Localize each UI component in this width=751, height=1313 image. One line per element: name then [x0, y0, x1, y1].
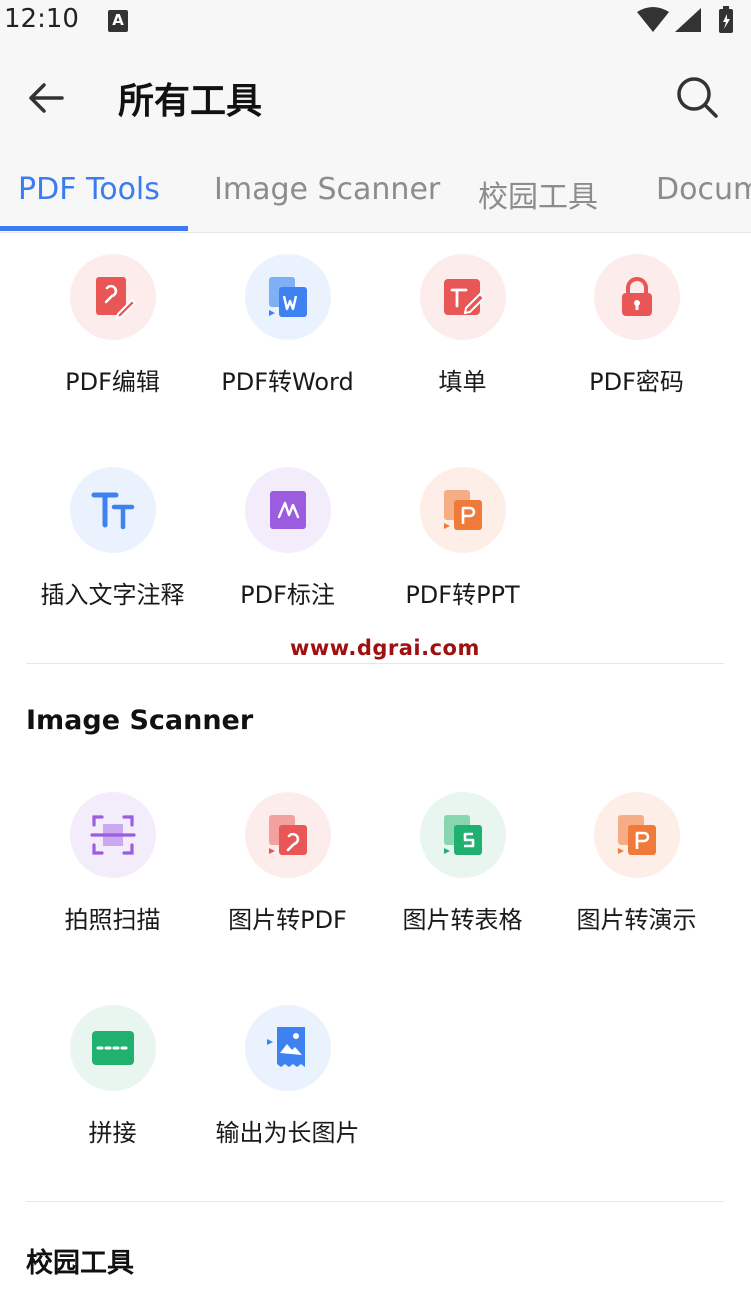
tool-label: 图片转PDF — [228, 906, 347, 934]
tool-label: PDF编辑 — [65, 368, 160, 396]
image-to-pdf-icon — [268, 815, 307, 855]
tab-campus-tools[interactable]: 校园工具 — [478, 172, 598, 216]
section-divider — [26, 663, 724, 664]
pdf-annotate-icon — [269, 491, 306, 529]
tool-pdf-password[interactable]: PDF密码 — [549, 254, 724, 397]
section-divider — [26, 1201, 724, 1202]
page-title: 所有工具 — [118, 81, 263, 122]
tool-image-to-pdf[interactable]: 图片转PDF — [200, 792, 375, 935]
long-image-icon — [266, 1027, 305, 1067]
status-icons — [637, 6, 733, 33]
image-to-ppt-icon — [617, 815, 656, 855]
tool-image-to-sheet[interactable]: 图片转表格 — [375, 792, 550, 935]
tool-label: 图片转演示 — [576, 906, 697, 934]
text-comment-icon — [91, 492, 134, 530]
battery-icon — [719, 6, 733, 33]
status-time: 12:10 — [4, 4, 79, 34]
tool-label: 拍照扫描 — [64, 906, 161, 934]
status-bar: 12:10 A — [0, 0, 751, 42]
tool-label: 拼接 — [88, 1119, 137, 1147]
tab-pdf-tools[interactable]: PDF Tools — [18, 172, 160, 207]
tool-label: PDF密码 — [589, 368, 684, 396]
tool-pdf-annotate[interactable]: PDF标注 — [200, 467, 375, 610]
fill-form-icon — [443, 279, 485, 315]
active-tab-indicator — [0, 226, 188, 231]
tool-stitch[interactable]: 拼接 — [25, 1005, 200, 1148]
watermark-text: www.dgrai.com — [290, 636, 480, 660]
pdf-to-ppt-icon — [443, 490, 482, 530]
pdf-to-word-icon — [268, 277, 307, 317]
image-to-sheet-icon — [443, 815, 482, 855]
section-title-campus-tools: 校园工具 — [26, 1248, 134, 1279]
tool-insert-text-comment[interactable]: 插入文字注释 — [25, 467, 200, 610]
tab-image-scanner[interactable]: Image Scanner — [214, 172, 440, 207]
search-icon[interactable] — [672, 72, 722, 122]
tool-pdf-to-ppt[interactable]: PDF转PPT — [375, 467, 550, 610]
tool-pdf-edit[interactable]: PDF编辑 — [25, 254, 200, 397]
notification-icon: A — [108, 10, 128, 32]
tool-label: PDF转PPT — [405, 581, 520, 609]
tool-label: 图片转表格 — [402, 906, 523, 934]
tool-fill-form[interactable]: 填单 — [375, 254, 550, 397]
tool-label: PDF标注 — [240, 581, 335, 609]
tools-content: PDF编辑 PDF转Word 填单 PDF密码 插入文字注释 PDF标注 PDF… — [0, 233, 751, 1313]
stitch-icon — [91, 1031, 134, 1065]
tool-label: PDF转Word — [221, 368, 354, 396]
tool-image-to-ppt[interactable]: 图片转演示 — [549, 792, 724, 935]
tool-label: 输出为长图片 — [215, 1119, 360, 1147]
tool-photo-scan[interactable]: 拍照扫描 — [25, 792, 200, 935]
lock-icon — [621, 277, 652, 316]
signal-icon — [675, 8, 701, 32]
scan-icon — [89, 815, 136, 855]
tab-documents[interactable]: Docum — [656, 172, 751, 207]
back-arrow-icon[interactable] — [22, 74, 70, 122]
tool-export-long-image[interactable]: 输出为长图片 — [200, 1005, 375, 1148]
tool-label: 插入文字注释 — [40, 581, 185, 609]
tool-pdf-to-word[interactable]: PDF转Word — [200, 254, 375, 397]
tool-label: 填单 — [438, 368, 487, 396]
section-title-image-scanner: Image Scanner — [26, 705, 254, 736]
app-header: 所有工具 — [0, 42, 751, 152]
tab-bar: PDF Tools Image Scanner 校园工具 Docum — [0, 152, 751, 233]
wifi-icon — [637, 7, 669, 32]
pdf-edit-icon — [95, 277, 136, 320]
